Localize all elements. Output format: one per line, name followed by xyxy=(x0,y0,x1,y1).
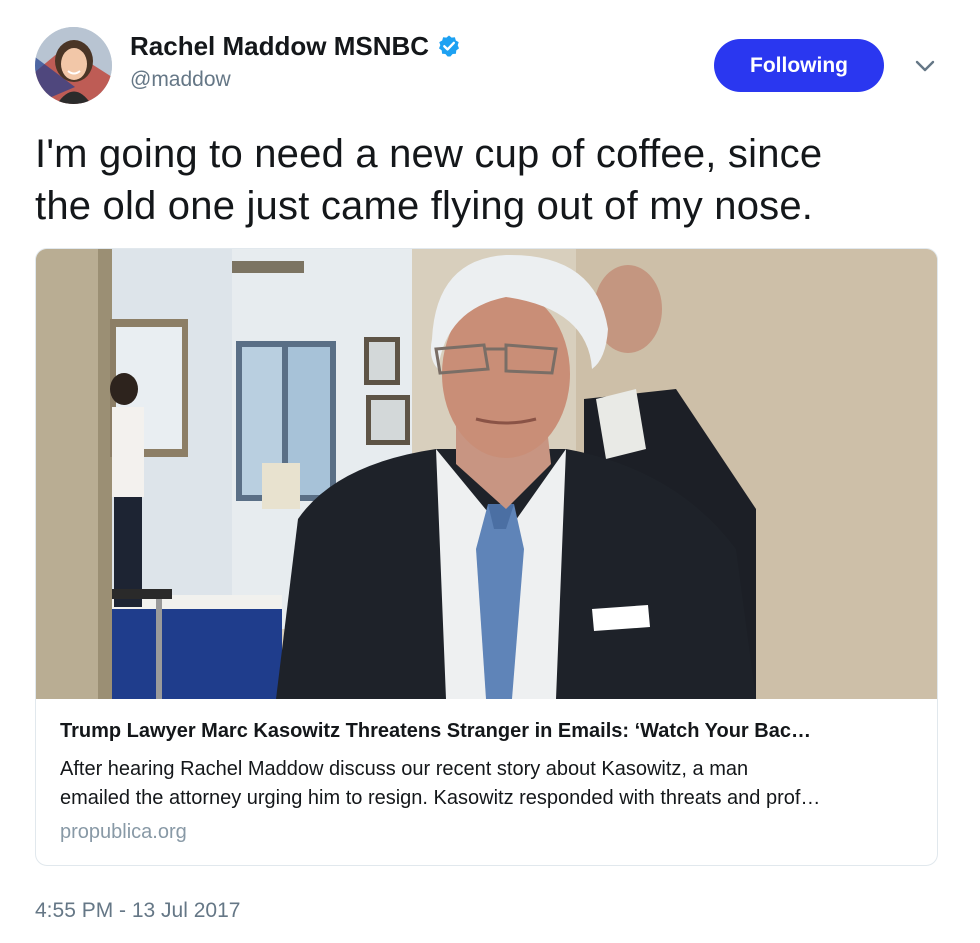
card-text: Trump Lawyer Marc Kasowitz Threatens Str… xyxy=(36,700,937,865)
tweet-timestamp[interactable]: 4:55 PM - 13 Jul 2017 xyxy=(35,899,240,923)
card-domain[interactable]: propublica.org xyxy=(60,821,187,844)
following-button[interactable]: Following xyxy=(714,39,884,92)
tweet-text-line: the old one just came flying out of my n… xyxy=(35,184,814,228)
author-handle[interactable]: @maddow xyxy=(130,68,231,92)
avatar[interactable] xyxy=(35,27,112,104)
card-photo xyxy=(36,249,937,699)
display-name[interactable]: Rachel Maddow MSNBC xyxy=(130,31,429,62)
card-description: After hearing Rachel Maddow discuss our … xyxy=(60,755,920,813)
author-name-row[interactable]: Rachel Maddow MSNBC xyxy=(130,29,461,63)
chevron-down-icon[interactable] xyxy=(912,55,938,77)
tweet-text: I'm going to need a new cup of coffee, s… xyxy=(35,128,945,232)
verified-badge-icon xyxy=(439,35,460,57)
tweet-header: Rachel Maddow MSNBC @maddow Following xyxy=(0,0,980,110)
card-description-line: After hearing Rachel Maddow discuss our … xyxy=(60,758,749,780)
tweet-text-line: I'm going to need a new cup of coffee, s… xyxy=(35,132,823,176)
link-card[interactable]: Trump Lawyer Marc Kasowitz Threatens Str… xyxy=(35,248,938,866)
card-description-line: emailed the attorney urging him to resig… xyxy=(60,787,821,809)
card-title[interactable]: Trump Lawyer Marc Kasowitz Threatens Str… xyxy=(60,720,920,743)
